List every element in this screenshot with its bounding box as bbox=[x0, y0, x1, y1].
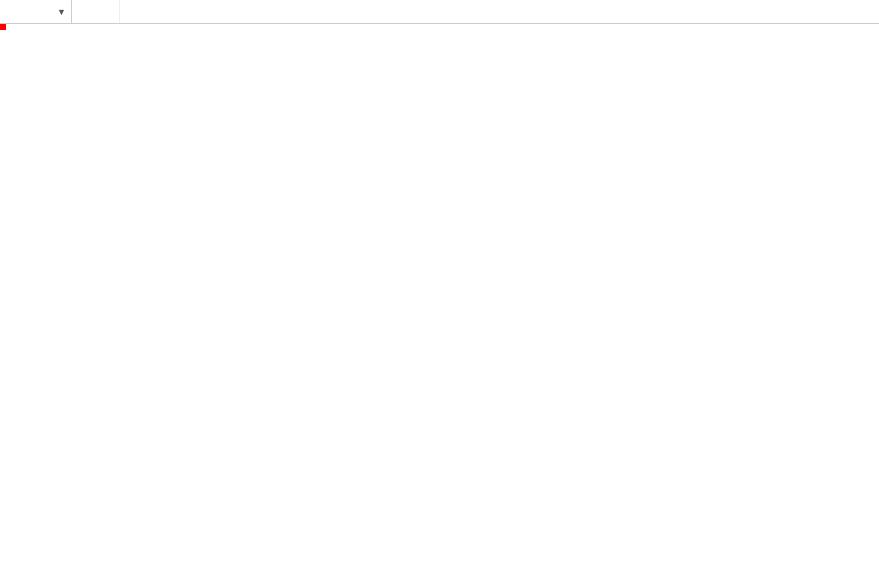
name-box[interactable] bbox=[0, 0, 52, 23]
formula-input[interactable] bbox=[120, 0, 879, 23]
fx-icon[interactable] bbox=[72, 0, 120, 23]
name-box-dropdown-icon[interactable]: ▼ bbox=[52, 0, 72, 23]
formula-bar: ▼ bbox=[0, 0, 879, 24]
highlight-box bbox=[0, 24, 6, 30]
